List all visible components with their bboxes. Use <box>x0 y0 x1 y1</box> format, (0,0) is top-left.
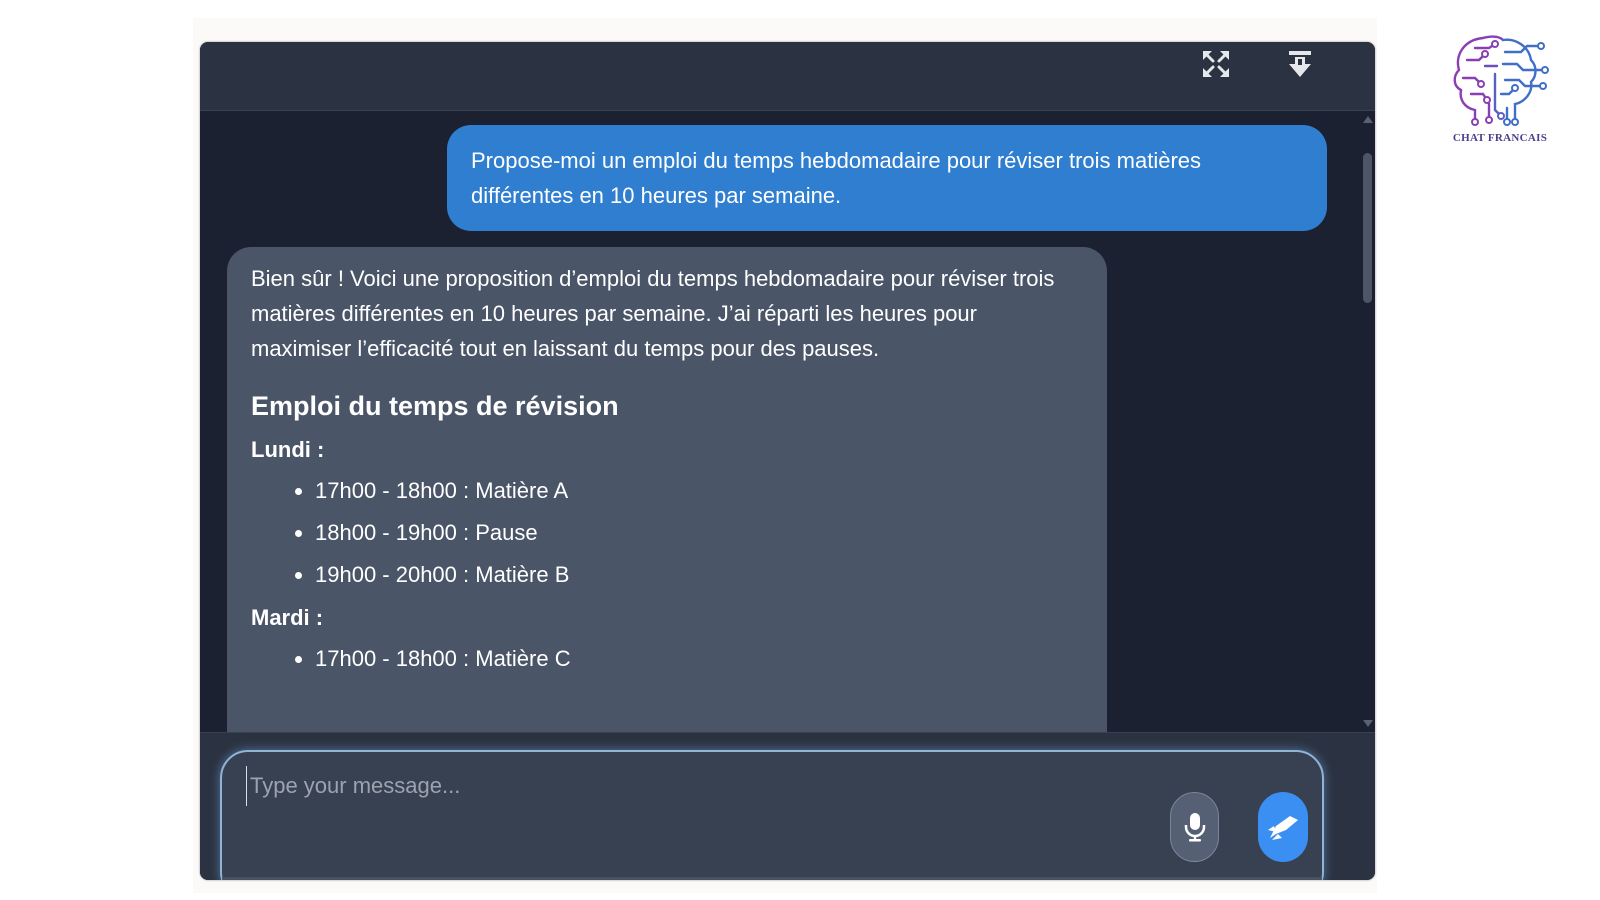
bot-message: Bien sûr ! Voici une proposition d’emplo… <box>227 247 1107 732</box>
circuit-head-icon <box>1453 35 1549 126</box>
send-button[interactable] <box>1258 792 1308 862</box>
expand-button[interactable] <box>1196 44 1236 84</box>
list-item: 17h00 - 18h00 : Matière C <box>315 641 1083 676</box>
message-list: Propose-moi un emploi du temps hebdomada… <box>200 111 1360 732</box>
monday-list: 17h00 - 18h00 : Matière A 18h00 - 19h00 … <box>251 473 1083 592</box>
send-icon <box>1268 816 1298 840</box>
day-label-tuesday: Mardi : <box>251 605 324 630</box>
chat-header <box>200 42 1375 111</box>
message-scrollbar[interactable] <box>1360 111 1375 732</box>
message-composer <box>220 750 1324 880</box>
microphone-icon <box>1184 813 1205 842</box>
user-message: Propose-moi un emploi du temps hebdomada… <box>447 125 1327 231</box>
bot-heading: Emploi du temps de révision <box>251 391 619 421</box>
expand-arrows-icon <box>1203 51 1229 77</box>
scroll-thumb[interactable] <box>1363 153 1372 303</box>
scroll-down-arrow-icon[interactable] <box>1363 720 1373 727</box>
tuesday-list: 17h00 - 18h00 : Matière C <box>251 641 1083 676</box>
scroll-up-arrow-icon[interactable] <box>1363 116 1373 123</box>
list-item: 19h00 - 20h00 : Matière B <box>315 557 1083 592</box>
brand-logo: CHAT FRANCAIS <box>1440 30 1560 150</box>
bot-intro-text: Bien sûr ! Voici une proposition d’emplo… <box>251 266 1055 361</box>
page: Propose-moi un emploi du temps hebdomada… <box>0 0 1600 900</box>
logo-caption: CHAT FRANCAIS <box>1452 132 1548 144</box>
download-button[interactable] <box>1280 44 1320 84</box>
chat-window: Propose-moi un emploi du temps hebdomada… <box>200 42 1375 880</box>
list-item: 18h00 - 19h00 : Pause <box>315 515 1083 550</box>
composer-area <box>200 732 1375 880</box>
message-input[interactable] <box>246 766 1126 806</box>
day-label-monday: Lundi : <box>251 437 325 462</box>
microphone-button[interactable] <box>1170 792 1219 862</box>
download-arrow-icon <box>1289 51 1311 77</box>
composer-bottom-edge <box>222 877 1322 880</box>
list-item: 17h00 - 18h00 : Matière A <box>315 473 1083 508</box>
